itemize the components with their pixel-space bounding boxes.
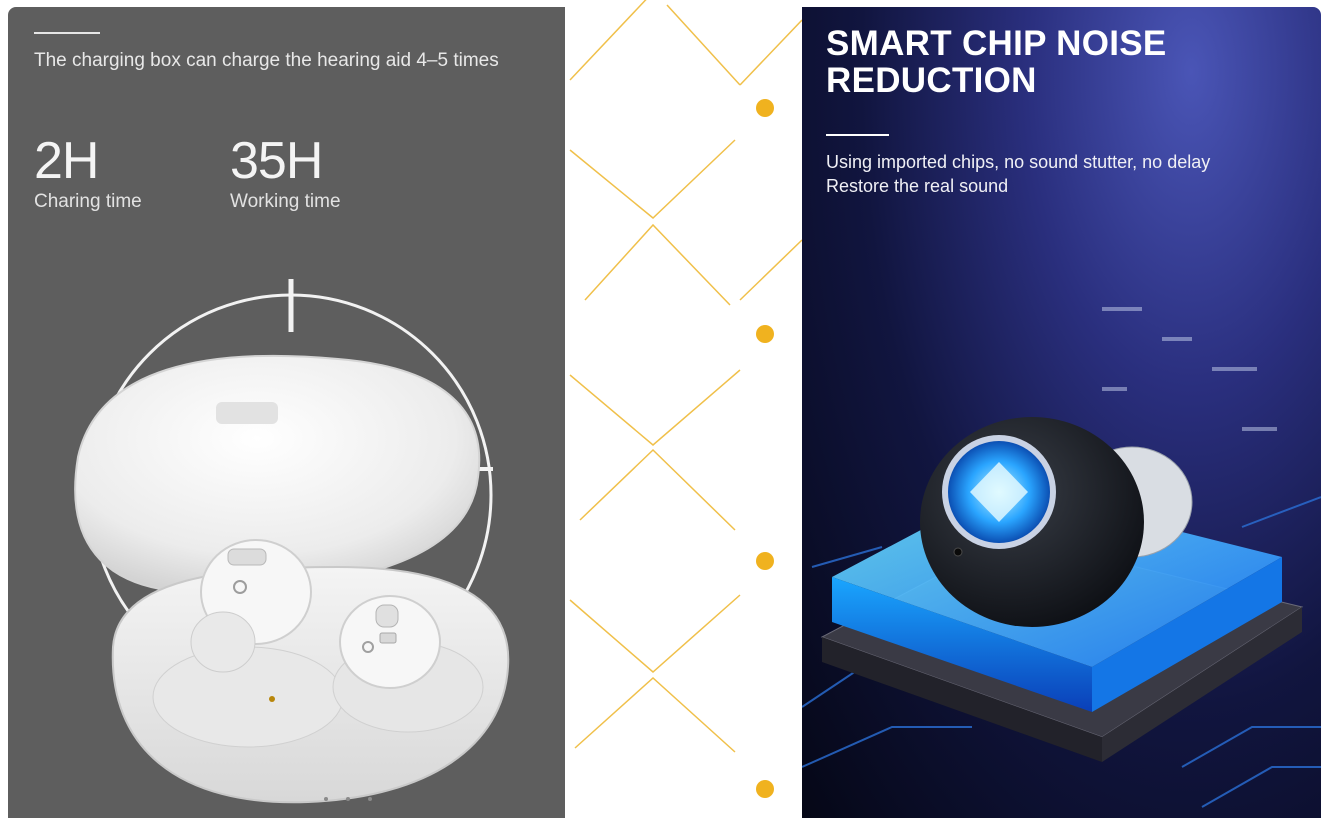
lid-notch: [216, 402, 278, 424]
product-image-collage: The charging box can charge the hearing …: [0, 0, 1321, 818]
charging-contact: [269, 696, 275, 702]
left-ear-tip: [190, 611, 256, 673]
diamond-pattern-panel: [565, 0, 802, 818]
left-earbud-slot: [152, 646, 344, 748]
chip-illustration: [802, 307, 1321, 808]
panel-description: Using imported chips, no sound stutter, …: [826, 150, 1306, 198]
panel-title: SMART CHIP NOISE REDUCTION: [826, 24, 1167, 100]
accent-dot: [756, 99, 774, 117]
accent-dot: [756, 552, 774, 570]
diamond-lattice: [569, 0, 802, 798]
description-line-1: Using imported chips, no sound stutter, …: [826, 152, 1211, 172]
description-line-2: Restore the real sound: [826, 176, 1009, 196]
smart-chip-panel: SMART CHIP NOISE REDUCTION Using importe…: [802, 7, 1321, 818]
charging-case-panel: The charging box can charge the hearing …: [8, 7, 565, 818]
accent-dot: [756, 780, 774, 798]
title-rule: [826, 134, 889, 136]
accent-dot: [756, 325, 774, 343]
charging-case-illustration: [74, 279, 510, 804]
